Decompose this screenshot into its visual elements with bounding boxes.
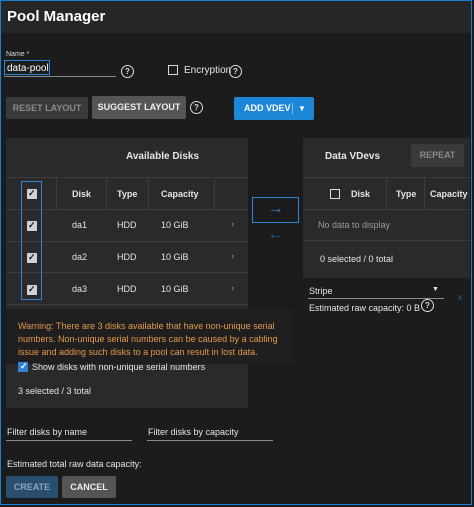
encryption-checkbox[interactable] — [168, 65, 178, 75]
vdev-row-divider — [303, 240, 470, 241]
page-title: Pool Manager — [7, 8, 106, 25]
disk-row-checkbox[interactable] — [27, 252, 37, 263]
col-header-disk[interactable]: Disk — [72, 189, 91, 199]
col-header-type[interactable]: Type — [117, 189, 137, 199]
suggest-layout-button[interactable]: SUGGEST LAYOUT — [92, 96, 186, 119]
title-bar: Pool Manager — [1, 1, 471, 33]
row-expand-icon[interactable]: › — [231, 219, 234, 230]
disk-capacity: 10 GiB — [161, 284, 189, 294]
reset-layout-button[interactable]: RESET LAYOUT — [6, 97, 88, 119]
vdev-col-header-type[interactable]: Type — [396, 189, 416, 199]
available-disks-title: Available Disks — [126, 151, 200, 162]
repeat-button[interactable]: REPEAT — [411, 144, 464, 167]
total-raw-capacity-label: Estimated total raw data capacity: — [7, 459, 142, 469]
move-right-arrow-icon[interactable]: → — [252, 197, 299, 223]
vdev-col-header-capacity[interactable]: Capacity — [430, 189, 468, 199]
remove-vdev-icon[interactable]: x — [458, 292, 463, 302]
show-non-unique-checkbox[interactable] — [18, 361, 28, 372]
name-help-icon[interactable]: ? — [121, 65, 134, 78]
suggest-layout-help-icon[interactable]: ? — [190, 101, 203, 114]
add-vdev-dropdown-icon[interactable]: ▼ — [298, 97, 306, 120]
add-vdev-button[interactable]: ADD VDEV ▼ — [234, 97, 314, 120]
cancel-button[interactable]: CANCEL — [62, 476, 116, 498]
data-vdevs-title: Data VDevs — [325, 151, 381, 162]
column-divider — [424, 177, 425, 209]
add-vdev-label: ADD VDEV — [244, 103, 291, 113]
vdev-empty-message: No data to display — [318, 220, 391, 230]
vdev-col-header-disk[interactable]: Disk — [351, 189, 370, 199]
disk-capacity: 10 GiB — [161, 220, 189, 230]
column-divider — [386, 177, 387, 209]
add-vdev-divider — [292, 103, 293, 114]
move-left-arrow-icon[interactable]: ← — [252, 225, 299, 245]
show-non-unique-label: Show disks with non-unique serial number… — [32, 362, 206, 372]
disk-row-checkbox[interactable] — [27, 220, 37, 231]
column-divider — [148, 177, 149, 209]
disk-name: da3 — [72, 284, 88, 294]
vdev-header-bottom-line — [303, 209, 470, 210]
vdev-select-all-checkbox[interactable] — [330, 189, 340, 199]
row-divider — [6, 272, 248, 273]
available-selection-count: 3 selected / 3 total — [18, 386, 92, 396]
disk-type: HDD — [117, 252, 137, 262]
disk-type: HDD — [117, 284, 137, 294]
column-divider — [106, 177, 107, 209]
available-disks-header-top-line — [6, 177, 248, 178]
disk-type: HDD — [117, 220, 137, 230]
disk-name: da1 — [72, 220, 88, 230]
vdev-layout-select[interactable]: Stripe — [309, 286, 333, 296]
filter-capacity-underline — [147, 440, 273, 441]
filter-by-capacity-input[interactable]: Filter disks by capacity — [148, 427, 239, 437]
filter-name-underline — [6, 440, 132, 441]
filter-by-name-input[interactable]: Filter disks by name — [7, 427, 87, 437]
disk-name: da2 — [72, 252, 88, 262]
column-divider — [214, 177, 215, 209]
encryption-help-icon[interactable]: ? — [229, 65, 242, 78]
name-field-label: Name * — [6, 51, 30, 58]
create-button[interactable]: CREATE — [6, 476, 58, 498]
raw-capacity-help-icon[interactable]: ? — [421, 299, 434, 312]
disk-capacity: 10 GiB — [161, 252, 189, 262]
col-header-capacity[interactable]: Capacity — [161, 189, 199, 199]
row-divider — [6, 304, 248, 305]
vdev-raw-capacity: Estimated raw capacity: 0 B — [309, 303, 421, 313]
name-field-underline — [4, 76, 116, 77]
row-divider — [6, 241, 248, 242]
available-disks-header-bottom-line — [6, 209, 248, 210]
vdev-layout-dropdown-icon[interactable]: ▼ — [432, 286, 439, 293]
vdev-selection-count: 0 selected / 0 total — [320, 254, 394, 264]
non-unique-serial-warning: Warning: There are 3 disks available tha… — [18, 321, 278, 357]
pool-name-input[interactable]: data-pool — [4, 60, 50, 75]
column-divider — [56, 177, 57, 209]
select-all-checkbox[interactable] — [27, 188, 37, 199]
disk-row-checkbox[interactable] — [27, 284, 37, 295]
row-expand-icon[interactable]: › — [231, 283, 234, 294]
row-expand-icon[interactable]: › — [231, 251, 234, 262]
encryption-label: Encryption — [184, 65, 232, 76]
